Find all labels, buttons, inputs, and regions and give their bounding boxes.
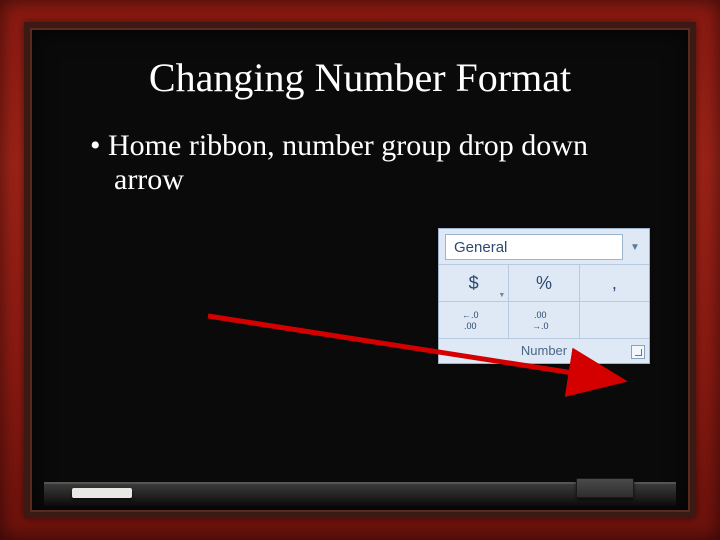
comma-icon: , <box>612 273 617 294</box>
percent-button[interactable]: % <box>508 265 578 301</box>
decrease-decimal-icon: .00 →.0 <box>530 308 558 332</box>
svg-text:.00: .00 <box>464 321 477 331</box>
dialog-launcher-button[interactable] <box>631 345 645 359</box>
dollar-icon: $ <box>469 273 479 294</box>
eraser-icon <box>576 478 634 498</box>
spacer <box>579 302 649 338</box>
format-select-row: General ▼ <box>439 229 649 264</box>
ribbon-number-group: General ▼ $ ▼ % , ←.0 <box>438 228 650 364</box>
bullet-text-line2: arrow <box>90 163 656 197</box>
increase-decimal-icon: ←.0 .00 <box>460 308 488 332</box>
number-format-value: General <box>454 239 507 256</box>
comma-style-button[interactable]: , <box>579 265 649 301</box>
chalkboard: Changing Number Format Home ribbon, numb… <box>24 22 696 518</box>
bullet-list: Home ribbon, number group drop down arro… <box>64 129 656 197</box>
svg-text:.00: .00 <box>534 310 547 320</box>
chalk-icon <box>72 488 132 498</box>
currency-button[interactable]: $ ▼ <box>439 265 508 301</box>
group-label: Number <box>521 343 567 358</box>
decrease-decimal-button[interactable]: .00 →.0 <box>508 302 578 338</box>
svg-text:→.0: →.0 <box>532 321 549 331</box>
chevron-down-icon: ▼ <box>498 292 505 299</box>
slide-title: Changing Number Format <box>64 54 656 101</box>
group-label-row: Number <box>439 339 649 363</box>
bullet-text-line1: Home ribbon, number group drop down <box>108 129 588 162</box>
percent-icon: % <box>536 273 552 294</box>
bullet-item: Home ribbon, number group drop down arro… <box>90 129 656 197</box>
slide-frame: Changing Number Format Home ribbon, numb… <box>0 0 720 540</box>
decimal-buttons-row: ←.0 .00 .00 →.0 <box>439 302 649 339</box>
increase-decimal-button[interactable]: ←.0 .00 <box>439 302 508 338</box>
format-buttons-row: $ ▼ % , <box>439 264 649 302</box>
svg-text:←.0: ←.0 <box>462 310 479 320</box>
chevron-down-icon[interactable]: ▼ <box>627 234 643 260</box>
number-format-select[interactable]: General <box>445 234 623 260</box>
